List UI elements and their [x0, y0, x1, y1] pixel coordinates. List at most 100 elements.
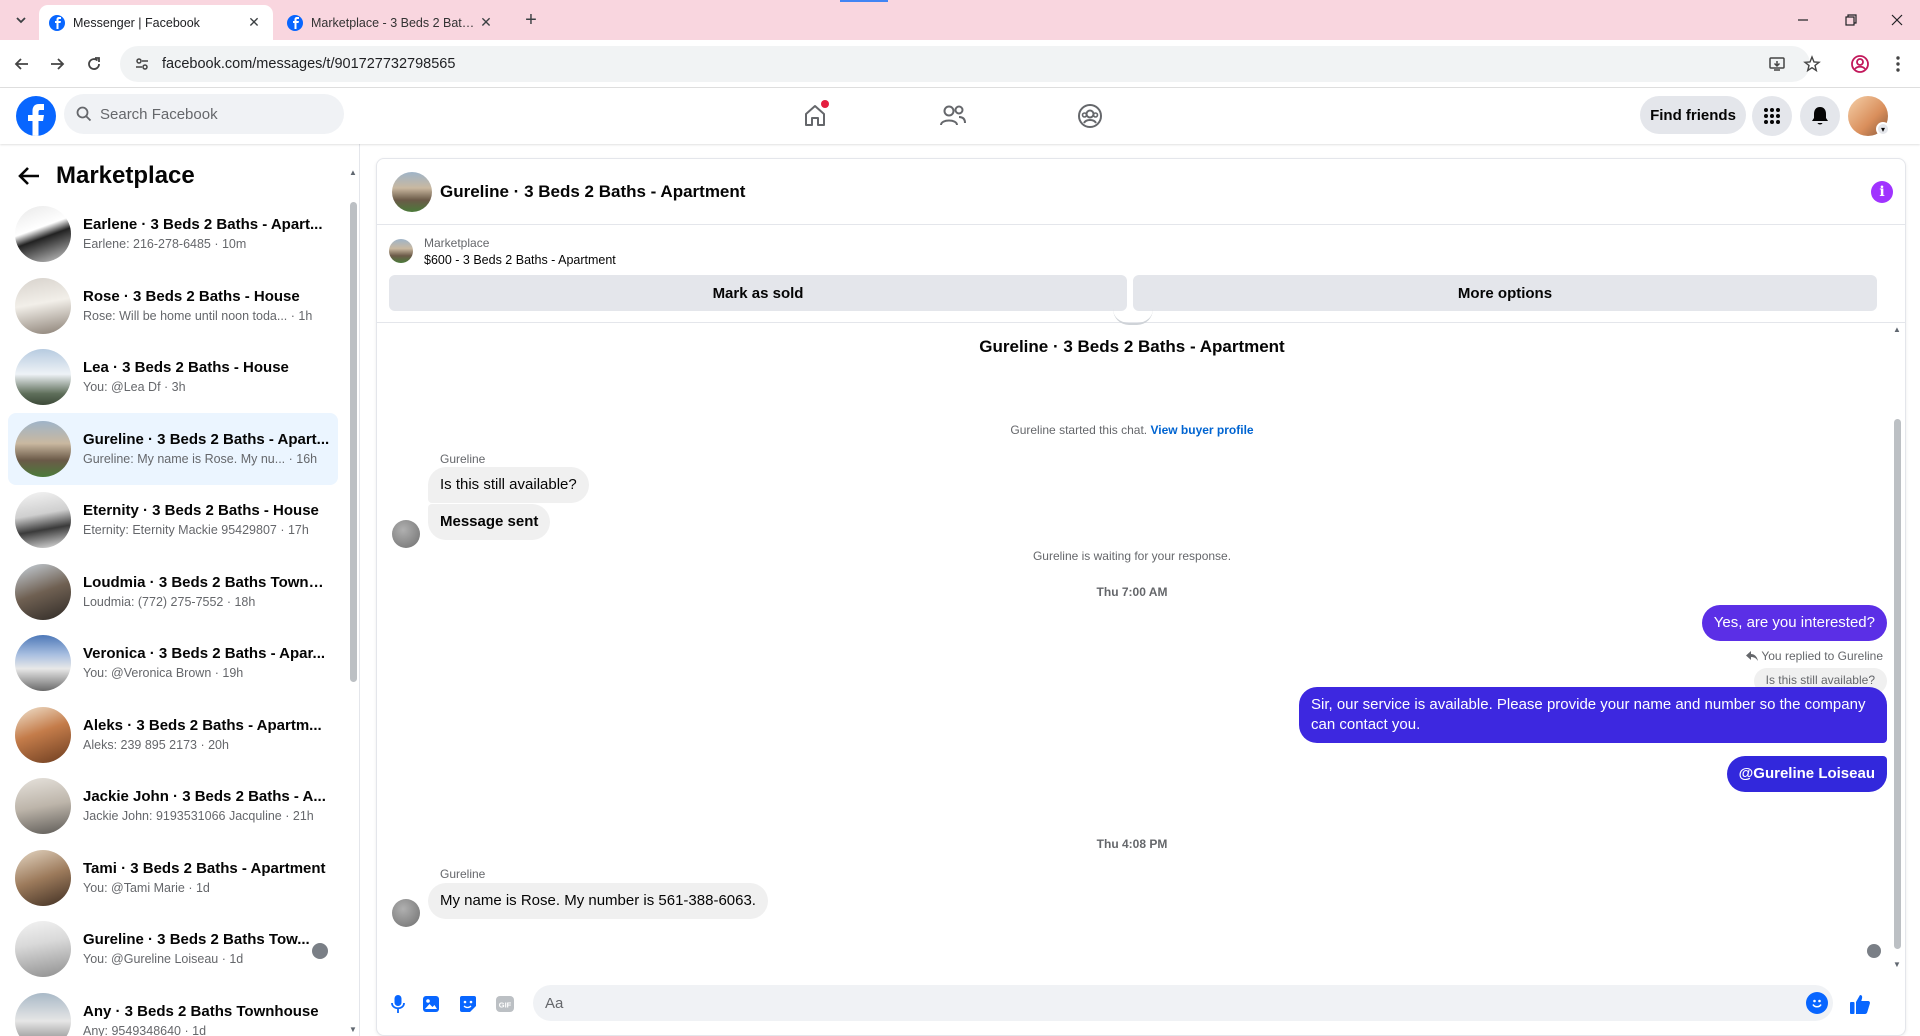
conversation-item[interactable]: Aleks · 3 Beds 2 Baths - Apartm... Aleks:…: [8, 699, 338, 771]
sender-avatar[interactable]: [392, 899, 420, 927]
conversation-text: Earlene · 3 Beds 2 Baths - Apart... Earle…: [83, 215, 338, 253]
address-bar[interactable]: facebook.com/messages/t/901727732798565: [120, 46, 1810, 82]
conversation-text: Any · 3 Beds 2 Baths Townhouse Any: 95493…: [83, 1002, 338, 1036]
install-app-icon[interactable]: [1765, 52, 1789, 76]
listing-summary[interactable]: $600 - 3 Beds 2 Baths - Apartment: [424, 253, 616, 267]
conversation-text: Lea · 3 Beds 2 Baths - House You: @Lea Df…: [83, 358, 338, 396]
facebook-logo-icon[interactable]: [16, 96, 56, 136]
more-options-button[interactable]: More options: [1133, 275, 1877, 311]
sidebar-scrollbar[interactable]: ▲ ▼: [349, 168, 357, 1036]
find-friends-button[interactable]: Find friends: [1640, 96, 1746, 134]
friends-nav-icon[interactable]: [933, 96, 973, 136]
outgoing-message[interactable]: Sir, our service is available. Please pr…: [1299, 687, 1887, 743]
microphone-icon[interactable]: [387, 993, 409, 1015]
groups-nav-icon[interactable]: [1070, 96, 1110, 136]
scrollbar-thumb[interactable]: [350, 202, 357, 682]
new-tab-button[interactable]: +: [519, 8, 543, 32]
site-settings-icon[interactable]: [134, 56, 150, 72]
incoming-message[interactable]: My name is Rose. My number is 561-388-60…: [428, 883, 768, 919]
thread-scrollbar[interactable]: ▲ ▼: [1893, 325, 1901, 971]
browser-tab-bar: Messenger | Facebook ✕ Marketplace - 3 B…: [0, 0, 1920, 40]
browser-profile-icon[interactable]: [1848, 52, 1872, 76]
tab-title: Messenger | Facebook: [73, 15, 200, 30]
outgoing-message[interactable]: @Gureline Loiseau: [1726, 756, 1887, 792]
browser-tab-marketplace[interactable]: Marketplace - 3 Beds 2 Baths - ✕: [277, 5, 505, 40]
photo-attach-icon[interactable]: [420, 993, 442, 1015]
tab-search-dropdown-icon[interactable]: [10, 9, 32, 31]
home-nav-icon[interactable]: [795, 96, 835, 136]
conversation-thumbnail: [15, 277, 71, 334]
conversation-name: Rose · 3 Beds 2 Baths - House: [83, 287, 300, 305]
scroll-up-arrow-icon[interactable]: ▲: [349, 168, 357, 177]
view-buyer-profile-link[interactable]: View buyer profile: [1150, 423, 1253, 437]
conversation-text: Jackie John · 3 Beds 2 Baths - A... Jacki…: [83, 787, 338, 825]
chat-panel: Gureline · 3 Beds 2 Baths - Apartment i …: [376, 158, 1906, 1036]
conversation-name: Gureline · 3 Beds 2 Baths Tow...: [83, 931, 310, 949]
conversation-item[interactable]: Gureline · 3 Beds 2 Baths - Apart... Gure…: [8, 413, 338, 485]
conversation-name: Earlene · 3 Beds 2 Baths - Apart...: [83, 216, 323, 233]
emoji-icon[interactable]: [1806, 992, 1828, 1014]
incoming-message[interactable]: Message sent: [428, 504, 551, 540]
conversation-thumbnail: [15, 349, 71, 406]
conversation-item[interactable]: Gureline · 3 Beds 2 Baths Tow... You: @Gu…: [8, 914, 338, 986]
timestamp-separator: Thu 7:00 AM: [1096, 585, 1168, 599]
listing-avatar-edge: [1113, 309, 1153, 325]
conversation-item[interactable]: Loudmia · 3 Beds 2 Baths Townh... Loudmia…: [8, 556, 338, 628]
outgoing-message[interactable]: Yes, are you interested?: [1701, 605, 1887, 641]
minimize-window-button[interactable]: [1780, 6, 1826, 34]
listing-thumbnail[interactable]: [389, 239, 413, 263]
conversation-preview: Earlene: 216-278-6485 · 10m: [83, 237, 247, 251]
conversation-thumbnail: [15, 992, 71, 1036]
close-tab-icon[interactable]: ✕: [245, 14, 263, 32]
conversation-item[interactable]: Earlene · 3 Beds 2 Baths - Apart... Earle…: [8, 198, 338, 270]
facebook-search-input[interactable]: Search Facebook: [64, 94, 344, 134]
conversation-text: Aleks · 3 Beds 2 Baths - Apartm... Aleks:…: [83, 716, 338, 754]
close-window-button[interactable]: [1874, 6, 1920, 34]
scrollbar-thumb[interactable]: [1894, 419, 1901, 949]
conversation-item[interactable]: Veronica · 3 Beds 2 Baths - Apar... You: …: [8, 628, 338, 700]
menu-grid-icon[interactable]: [1752, 96, 1792, 136]
incoming-message[interactable]: Is this still available?: [428, 467, 589, 503]
conversation-text: Veronica · 3 Beds 2 Baths - Apar... You: …: [83, 644, 338, 682]
scroll-up-arrow-icon[interactable]: ▲: [1893, 325, 1901, 334]
chevron-down-icon[interactable]: ▾: [1876, 122, 1890, 136]
mark-as-sold-button[interactable]: Mark as sold: [389, 275, 1127, 311]
scroll-down-arrow-icon[interactable]: ▼: [349, 1025, 357, 1034]
chat-title[interactable]: Gureline · 3 Beds 2 Baths - Apartment: [440, 182, 745, 202]
conversation-thumbnail: [15, 420, 71, 477]
conversation-item[interactable]: Eternity · 3 Beds 2 Baths - House Eternit…: [8, 485, 338, 557]
browser-tab-messenger[interactable]: Messenger | Facebook ✕: [39, 5, 273, 40]
chat-listing-avatar[interactable]: [392, 171, 432, 212]
conversation-preview: You: @Gureline Loiseau · 1d: [83, 952, 244, 967]
back-arrow-icon[interactable]: [18, 163, 44, 189]
close-tab-icon[interactable]: ✕: [477, 14, 495, 32]
conversation-name: Any · 3 Beds 2 Baths Townhouse: [83, 1002, 319, 1020]
conversation-preview: Rose: Will be home until noon toda... · …: [83, 308, 313, 323]
scroll-down-arrow-icon[interactable]: ▼: [1893, 960, 1901, 969]
info-icon[interactable]: i: [1871, 181, 1893, 203]
conversation-item[interactable]: Lea · 3 Beds 2 Baths - House You: @Lea Df…: [8, 342, 338, 414]
restore-window-button[interactable]: [1828, 6, 1874, 34]
browser-menu-icon[interactable]: [1886, 52, 1910, 76]
conversation-item[interactable]: Jackie John · 3 Beds 2 Baths - A... Jacki…: [8, 771, 338, 843]
thumbs-up-like-icon[interactable]: [1847, 991, 1873, 1017]
gif-icon[interactable]: GIF: [494, 993, 516, 1015]
notification-dot: [821, 100, 829, 108]
sticker-icon[interactable]: [457, 993, 479, 1015]
conversation-text: Gureline · 3 Beds 2 Baths - Apart... Gure…: [83, 430, 338, 468]
reload-icon[interactable]: [82, 52, 106, 76]
tab-drag-indicator: [840, 0, 888, 2]
conversation-thumbnail: [15, 563, 71, 620]
forward-arrow-icon[interactable]: [45, 52, 69, 76]
facebook-favicon-icon: [49, 14, 65, 31]
conversation-item[interactable]: Rose · 3 Beds 2 Baths - House Rose: Will …: [8, 270, 338, 342]
conversation-item[interactable]: Tami · 3 Beds 2 Baths - Apartment You: @T…: [8, 842, 338, 914]
notifications-bell-icon[interactable]: [1800, 96, 1840, 136]
message-input[interactable]: Aa: [533, 985, 1833, 1021]
back-arrow-icon[interactable]: [10, 52, 34, 76]
bookmark-star-icon[interactable]: [1800, 52, 1824, 76]
svg-text:GIF: GIF: [499, 1001, 512, 1010]
waiting-note: Gureline is waiting for your response.: [1032, 549, 1232, 563]
sender-avatar[interactable]: [392, 520, 420, 548]
conversation-item[interactable]: Any · 3 Beds 2 Baths Townhouse Any: 95493…: [8, 985, 338, 1036]
